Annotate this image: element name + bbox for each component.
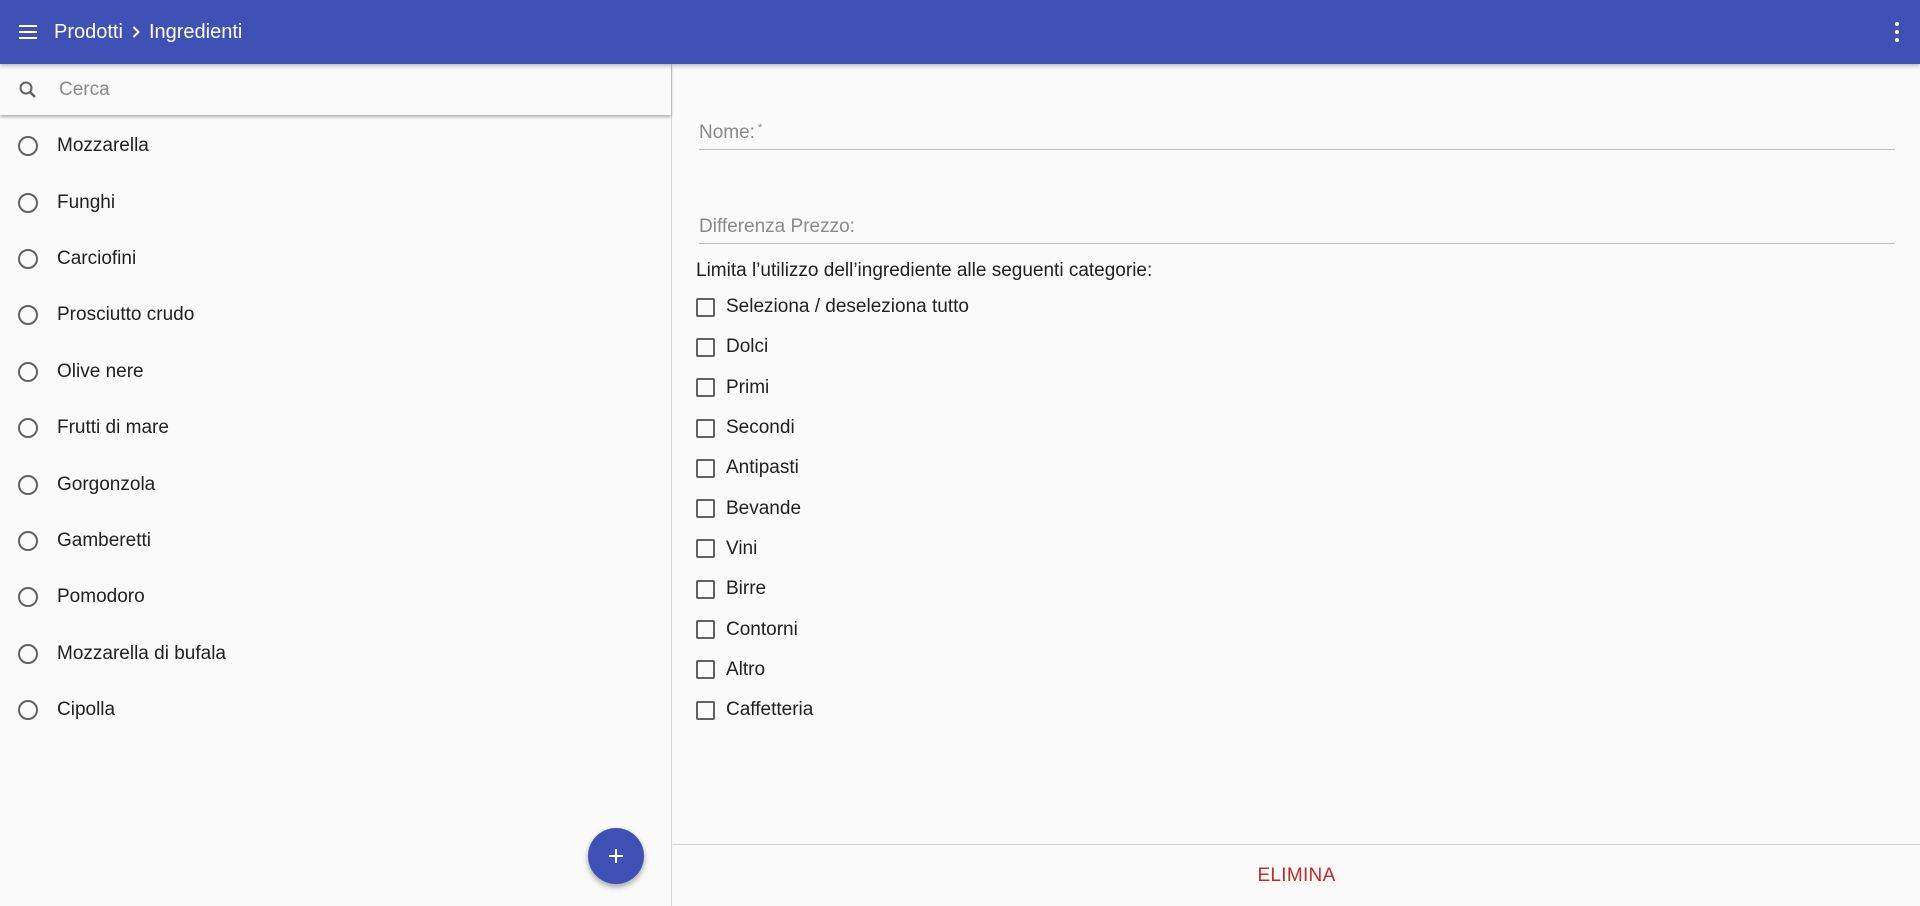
- list-item-label: Gorgonzola: [57, 473, 156, 495]
- checkbox[interactable]: [696, 337, 715, 357]
- search-input[interactable]: [59, 78, 619, 101]
- app-bar: Prodotti Ingredienti: [0, 0, 1920, 64]
- checkbox[interactable]: [696, 418, 715, 438]
- hamburger-menu-icon[interactable]: [14, 18, 42, 46]
- category-checkbox-row[interactable]: Vini: [696, 529, 969, 569]
- name-field[interactable]: Nome: *: [699, 120, 1895, 150]
- checkbox-label: Contorni: [726, 618, 798, 640]
- category-checkbox-row[interactable]: Primi: [696, 368, 969, 408]
- list-item[interactable]: Gorgonzola: [0, 456, 671, 512]
- checkbox-label: Bevande: [726, 497, 802, 519]
- list-item-label: Frutti di mare: [57, 417, 169, 439]
- breadcrumb-item-ingredienti: Ingredienti: [148, 20, 243, 43]
- checkbox-label: Antipasti: [726, 457, 799, 479]
- search-bar: [0, 64, 671, 115]
- checkbox[interactable]: [696, 539, 715, 559]
- category-checkbox-row[interactable]: Contorni: [696, 609, 969, 649]
- list-item[interactable]: Mozzarella: [0, 118, 671, 174]
- checkbox[interactable]: [696, 660, 715, 680]
- radio-button[interactable]: [18, 700, 38, 721]
- checkbox[interactable]: [696, 297, 715, 317]
- breadcrumb-item-prodotti[interactable]: Prodotti: [54, 21, 123, 44]
- radio-button[interactable]: [18, 474, 38, 495]
- checkbox-label: Birre: [726, 578, 767, 600]
- list-item-label: Carciofini: [57, 247, 137, 269]
- list-item-label: Prosciutto crudo: [57, 304, 195, 326]
- categories-heading: Limita l’utilizzo dell’ingrediente alle …: [696, 260, 1153, 281]
- checkbox[interactable]: [696, 378, 715, 398]
- plus-icon: [609, 849, 623, 863]
- checkbox-label: Secondi: [726, 417, 795, 439]
- radio-button[interactable]: [18, 192, 38, 213]
- checkbox-label: Altro: [726, 658, 766, 680]
- checkbox[interactable]: [696, 499, 715, 519]
- category-checklist: Seleziona / deseleziona tutto Dolci Prim…: [696, 287, 969, 730]
- category-checkbox-row[interactable]: Bevande: [696, 488, 969, 528]
- list-item[interactable]: Olive nere: [0, 344, 671, 400]
- radio-button[interactable]: [18, 136, 38, 157]
- checkbox[interactable]: [696, 458, 715, 478]
- checkbox-label: Primi: [726, 376, 770, 398]
- list-item[interactable]: Mozzarella di bufala: [0, 626, 671, 682]
- checkbox[interactable]: [696, 579, 715, 599]
- list-item-label: Pomodoro: [57, 586, 145, 608]
- checkbox-label: Caffetteria: [726, 699, 814, 721]
- name-input[interactable]: [699, 121, 1895, 149]
- list-item[interactable]: Cipolla: [0, 682, 671, 738]
- list-item-label: Olive nere: [57, 360, 144, 382]
- list-item-label: Mozzarella di bufala: [57, 642, 226, 664]
- list-item-label: Funghi: [57, 191, 116, 213]
- list-item[interactable]: Funghi: [0, 174, 671, 230]
- checkbox-label: Vini: [726, 537, 758, 559]
- radio-button[interactable]: [18, 248, 38, 269]
- radio-button[interactable]: [18, 530, 38, 551]
- price-difference-field[interactable]: Differenza Prezzo:: [699, 214, 1895, 244]
- ingredient-detail-panel: Nome: * Differenza Prezzo: Limita l’utili…: [673, 64, 1920, 906]
- ingredient-list-panel: Mozzarella Funghi Carciofini Prosciutto …: [0, 64, 672, 906]
- list-item-label: Mozzarella: [57, 135, 149, 157]
- list-item[interactable]: Gamberetti: [0, 513, 671, 569]
- radio-button[interactable]: [18, 361, 38, 382]
- delete-button[interactable]: ELIMINA: [1241, 857, 1351, 895]
- list-item-label: Gamberetti: [57, 529, 151, 551]
- more-vertical-icon[interactable]: [1894, 22, 1900, 42]
- radio-button[interactable]: [18, 305, 38, 326]
- category-checkbox-row[interactable]: Altro: [696, 650, 969, 690]
- checkbox[interactable]: [696, 620, 715, 640]
- list-item[interactable]: Carciofini: [0, 231, 671, 287]
- breadcrumb: Prodotti Ingredienti: [54, 21, 242, 44]
- radio-button[interactable]: [18, 643, 38, 664]
- checkbox[interactable]: [696, 700, 715, 720]
- category-checkbox-row[interactable]: Secondi: [696, 408, 969, 448]
- radio-button[interactable]: [18, 587, 38, 608]
- price-difference-input[interactable]: [699, 215, 1895, 243]
- list-item-label: Cipolla: [57, 699, 116, 721]
- list-item[interactable]: Prosciutto crudo: [0, 287, 671, 343]
- search-icon: [19, 81, 36, 98]
- category-checkbox-row[interactable]: Birre: [696, 569, 969, 609]
- radio-button[interactable]: [18, 418, 38, 439]
- checkbox-label: Dolci: [726, 336, 769, 358]
- category-checkbox-row[interactable]: Dolci: [696, 327, 969, 367]
- ingredient-list: Mozzarella Funghi Carciofini Prosciutto …: [0, 118, 671, 738]
- select-all-checkbox-row[interactable]: Seleziona / deseleziona tutto: [696, 287, 969, 327]
- list-item[interactable]: Frutti di mare: [0, 400, 671, 456]
- add-ingredient-button[interactable]: [588, 828, 644, 884]
- category-checkbox-row[interactable]: Caffetteria: [696, 690, 969, 730]
- checkbox-label: Seleziona / deseleziona tutto: [726, 296, 969, 318]
- action-bar: ELIMINA: [673, 844, 1920, 906]
- chevron-right-icon: [125, 21, 147, 43]
- category-checkbox-row[interactable]: Antipasti: [696, 448, 969, 488]
- list-item[interactable]: Pomodoro: [0, 569, 671, 625]
